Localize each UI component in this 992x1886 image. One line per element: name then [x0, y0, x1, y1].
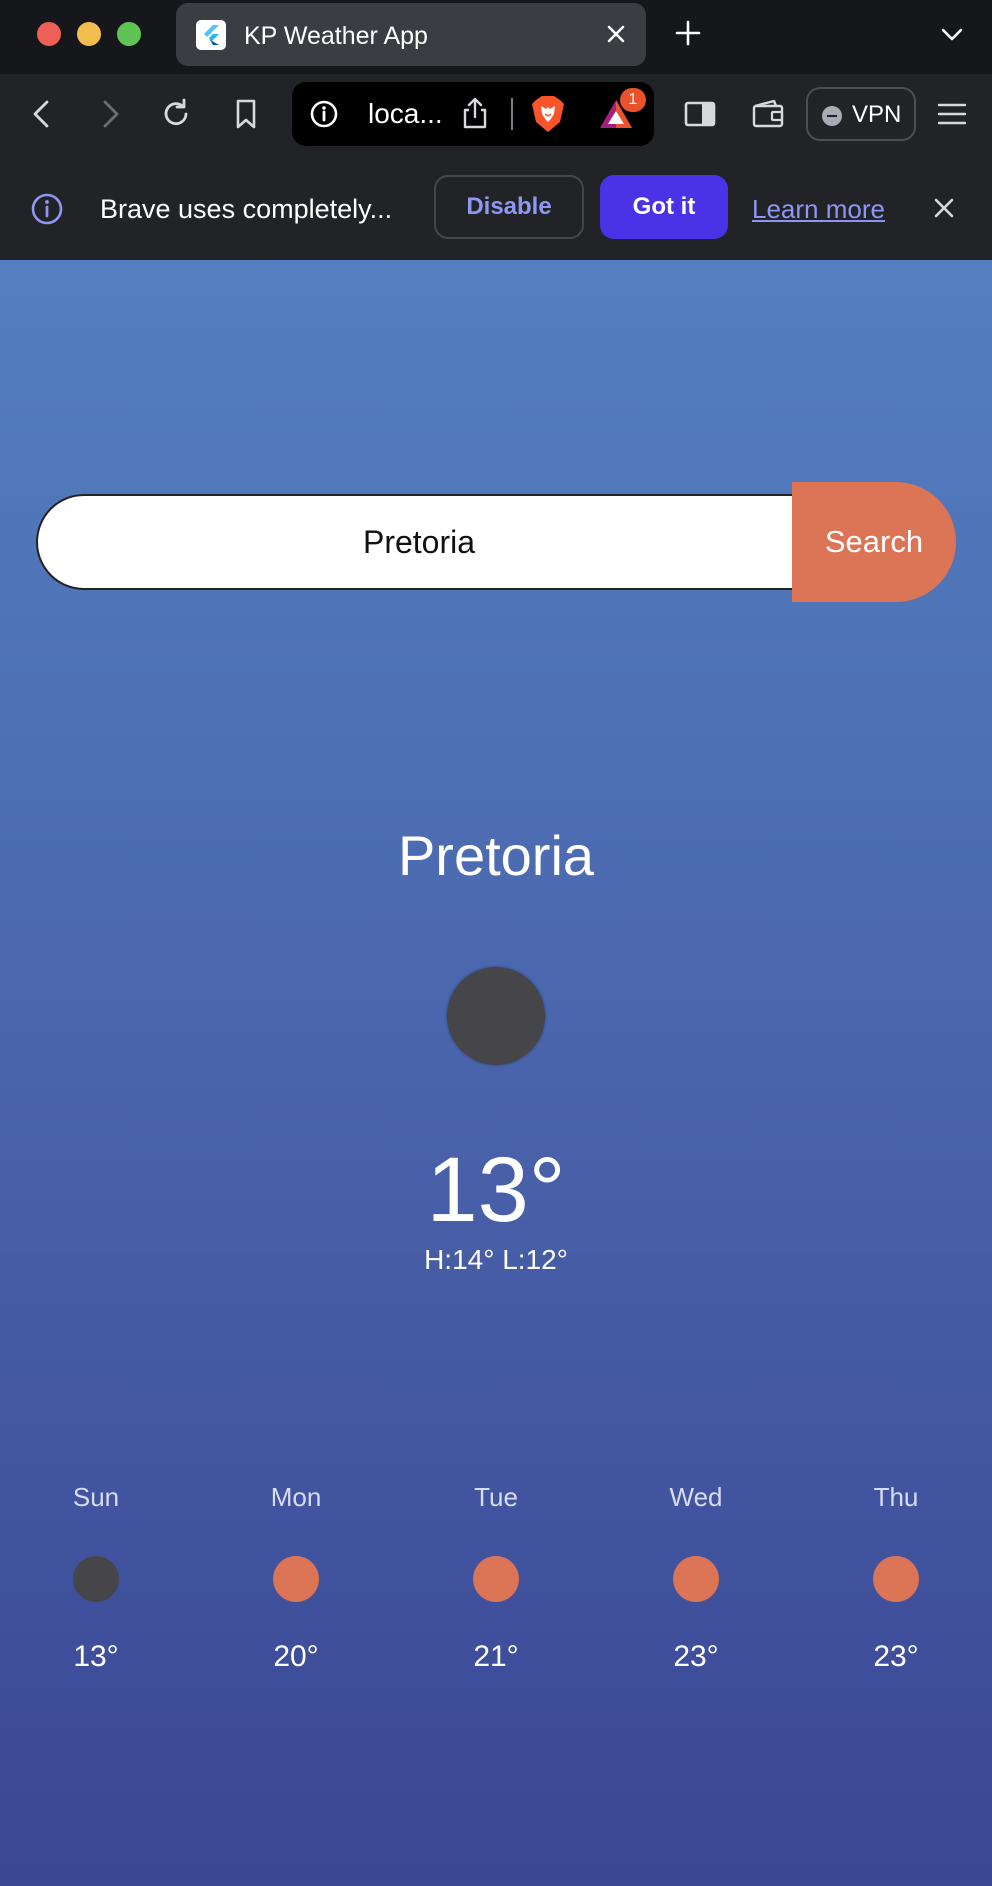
url-text: loca...: [368, 98, 443, 129]
close-icon[interactable]: [602, 20, 630, 48]
forecast-temperature: 20°: [273, 1640, 319, 1673]
forecast-day-label: Sun: [72, 1482, 120, 1512]
forecast-day: Thu 23°: [836, 1482, 956, 1682]
disable-button[interactable]: Disable: [434, 175, 584, 239]
forecast-day: Wed 23°: [636, 1482, 756, 1682]
plus-icon[interactable]: [672, 17, 704, 49]
zoom-window-button[interactable]: [117, 22, 141, 46]
separator: [511, 98, 513, 130]
minimize-window-button[interactable]: [77, 22, 101, 46]
share-icon[interactable]: [460, 96, 490, 130]
forecast-day: Tue 21°: [436, 1482, 556, 1682]
tab-title: KP Weather App: [244, 22, 428, 50]
wallet-icon[interactable]: [750, 96, 786, 132]
high-low-temperature: H:14° L:12°: [424, 1244, 568, 1275]
browser-toolbar: loca... 1 VPN: [0, 74, 992, 154]
search-button[interactable]: Search: [792, 482, 956, 602]
forward-arrow-icon[interactable]: [92, 96, 128, 132]
brave-shields-icon[interactable]: [530, 94, 566, 134]
forecast-temperature: 13°: [73, 1640, 119, 1673]
forecast-weather-icon: [273, 1556, 319, 1602]
chevron-down-icon[interactable]: [938, 20, 966, 48]
forecast-weather-icon: [673, 1556, 719, 1602]
menu-icon[interactable]: [934, 96, 970, 132]
address-bar[interactable]: loca... 1: [292, 82, 654, 146]
reload-icon[interactable]: [158, 96, 194, 132]
current-weather-icon: [447, 967, 545, 1065]
current-temperature: 13°: [426, 1139, 566, 1241]
browser-titlebar: KP Weather App: [0, 0, 992, 74]
forecast-day: Sun 13°: [36, 1482, 156, 1682]
vpn-status-icon: [822, 106, 842, 126]
weather-app: Pretoria Search Pretoria 13° H:14° L:12°…: [0, 260, 992, 1886]
forecast-day: Mon 20°: [236, 1482, 356, 1682]
city-search-input[interactable]: Pretoria: [36, 494, 802, 590]
infobar-message: Brave uses completely...: [100, 194, 393, 224]
flutter-favicon-icon: [196, 20, 226, 50]
got-it-button[interactable]: Got it: [600, 175, 728, 239]
forecast-weather-icon: [473, 1556, 519, 1602]
forecast-day-label: Wed: [669, 1482, 723, 1512]
forecast-day-label: Mon: [270, 1482, 322, 1512]
forecast-temperature: 21°: [473, 1640, 519, 1673]
site-info-icon[interactable]: [309, 99, 339, 129]
back-arrow-icon[interactable]: [24, 96, 60, 132]
forecast-day-label: Tue: [474, 1482, 518, 1512]
forecast-temperature: 23°: [673, 1640, 719, 1673]
close-window-button[interactable]: [37, 22, 61, 46]
city-name: Pretoria: [397, 824, 595, 887]
info-icon: [30, 192, 64, 226]
close-icon[interactable]: [928, 192, 960, 224]
forecast-weather-icon: [73, 1556, 119, 1602]
forecast-weather-icon: [873, 1556, 919, 1602]
learn-more-link[interactable]: Learn more: [752, 194, 885, 224]
bookmark-icon[interactable]: [228, 96, 264, 132]
forecast-day-label: Thu: [873, 1482, 919, 1512]
forecast-temperature: 23°: [873, 1640, 919, 1673]
sidebar-icon[interactable]: [682, 96, 718, 132]
vpn-button[interactable]: VPN: [806, 87, 916, 141]
brave-infobar: Brave uses completely... Disable Got it …: [0, 154, 992, 260]
rewards-count-badge: 1: [620, 88, 646, 112]
tab-kp-weather-app[interactable]: KP Weather App: [176, 3, 646, 66]
forecast-list: Sun 13° Mon 20° Tue 21° Wed 23° Thu 23°: [0, 1482, 992, 1682]
vpn-label: VPN: [852, 101, 902, 128]
